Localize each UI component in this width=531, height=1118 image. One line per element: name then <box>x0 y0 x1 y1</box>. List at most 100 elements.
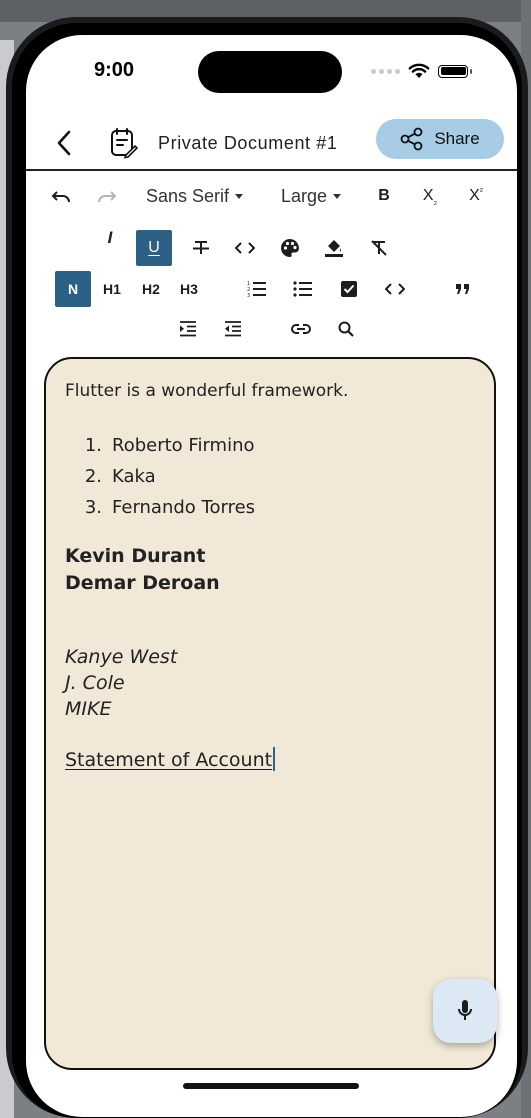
font-size-value: Large <box>281 186 328 206</box>
italic-label: I <box>107 228 113 247</box>
microphone-icon <box>458 1000 472 1020</box>
ordered-list-icon: 1 2 3 <box>247 281 266 298</box>
indent-decrease-icon <box>225 321 241 337</box>
link-button[interactable] <box>284 312 318 346</box>
superscript-button[interactable]: X² <box>461 181 491 211</box>
search-button[interactable] <box>329 312 363 346</box>
list-item: 1. Roberto Firmino <box>76 435 255 466</box>
quote-button[interactable] <box>445 271 481 307</box>
italic-line: J. Cole <box>65 672 125 694</box>
text-color-button[interactable] <box>273 231 307 265</box>
underlined-text-line: Statement of Account <box>65 747 276 771</box>
fill-bucket-icon <box>325 240 343 257</box>
subscript-label: X <box>422 187 434 204</box>
list-item-text: Kaka <box>112 466 156 487</box>
share-label: Share <box>434 129 480 148</box>
strikethrough-icon <box>193 241 209 254</box>
superscript-label: X <box>469 187 480 204</box>
h1-label: H1 <box>103 281 121 297</box>
code-block-button[interactable] <box>377 271 413 307</box>
undo-icon <box>51 191 70 203</box>
list-item: 2. Kaka <box>76 466 255 497</box>
app-bar: Private Document #1 Share <box>26 117 517 171</box>
microphone-button[interactable] <box>433 979 497 1043</box>
wifi-icon <box>408 63 430 78</box>
list-number: 1. <box>84 435 102 456</box>
bold-button[interactable]: B <box>369 181 399 211</box>
document-editor[interactable]: Flutter is a wonderful framework. 1. Rob… <box>44 357 496 1070</box>
share-button[interactable]: Share <box>376 119 504 159</box>
redo-icon <box>98 191 117 203</box>
clear-format-icon <box>371 240 387 256</box>
bold-line: Kevin Durant <box>65 545 206 567</box>
checklist-button[interactable] <box>331 271 367 307</box>
list-item-text: Roberto Firmino <box>112 435 255 456</box>
heading-1-button[interactable]: H1 <box>94 271 130 307</box>
checkbox-icon <box>341 281 357 297</box>
font-family-dropdown[interactable]: Sans Serif <box>146 186 244 207</box>
list-item: 3. Fernando Torres <box>76 497 255 528</box>
undo-button[interactable] <box>46 181 76 211</box>
ordered-list: 1. Roberto Firmino 2. Kaka 3. Fernando T… <box>76 435 255 528</box>
list-item-text: Fernando Torres <box>112 497 256 518</box>
code-icon <box>235 242 255 254</box>
superscript-mark: ² <box>479 186 483 196</box>
italic-line: Kanye West <box>65 646 178 668</box>
bullet-list-button[interactable] <box>285 271 321 307</box>
palette-icon <box>281 239 299 257</box>
redo-button[interactable] <box>92 181 122 211</box>
ordered-list-button[interactable]: 1 2 3 <box>239 271 275 307</box>
share-icon <box>400 127 423 151</box>
heading-3-button[interactable]: H3 <box>171 271 207 307</box>
document-edit-icon <box>111 128 138 159</box>
search-icon <box>338 321 354 337</box>
clear-format-button[interactable] <box>362 231 396 265</box>
indent-increase-icon <box>180 321 196 337</box>
phone-screen: 9:00 Private Document #1 Share Sans Seri… <box>26 35 517 1117</box>
underline-button[interactable]: U <box>136 230 172 266</box>
status-bar: 9:00 <box>26 35 517 95</box>
document-title: Private Document #1 <box>158 133 338 153</box>
caret-down-icon <box>235 194 244 199</box>
status-time: 9:00 <box>94 59 135 81</box>
normal-text-button[interactable]: N <box>55 271 91 307</box>
caret-down-icon <box>333 194 342 199</box>
inline-code-button[interactable] <box>228 231 262 265</box>
quote-icon <box>456 284 469 294</box>
italic-text-block: Kanye West J. Cole MIKE <box>65 644 177 722</box>
cellular-signal-icon <box>371 68 400 74</box>
italic-line: MIKE <box>65 698 112 720</box>
subscript-button[interactable]: X₂ <box>415 181 445 211</box>
heading-2-button[interactable]: H2 <box>133 271 169 307</box>
strikethrough-button[interactable] <box>184 231 218 265</box>
text-cursor <box>273 747 276 771</box>
h3-label: H3 <box>180 281 198 297</box>
underlined-text: Statement of Account <box>65 749 273 771</box>
svg-text:3: 3 <box>247 293 250 298</box>
font-family-value: Sans Serif <box>146 186 230 206</box>
indent-decrease-button[interactable] <box>216 312 250 346</box>
indent-increase-button[interactable] <box>171 312 205 346</box>
background-color-button[interactable] <box>317 231 351 265</box>
dynamic-island <box>198 51 342 93</box>
home-indicator <box>183 1083 359 1089</box>
link-icon <box>291 324 311 334</box>
bold-text-block: Kevin Durant Demar Deroan <box>65 543 220 597</box>
subscript-mark: ₂ <box>433 196 438 206</box>
chevron-left-icon <box>57 130 71 156</box>
battery-icon <box>438 64 472 78</box>
list-number: 3. <box>84 497 102 518</box>
code-icon <box>385 283 405 295</box>
font-size-dropdown[interactable]: Large <box>281 186 342 207</box>
bullet-list-icon <box>293 281 312 297</box>
italic-button[interactable]: I <box>93 221 127 255</box>
formatting-toolbar: Sans Serif Large B X₂ X² I U N H1 H2 H3 … <box>26 171 517 361</box>
bold-line: Demar Deroan <box>65 572 220 594</box>
paragraph-text: Flutter is a wonderful framework. <box>65 381 349 401</box>
list-number: 2. <box>84 466 102 487</box>
underline-label: U <box>148 239 160 256</box>
back-button[interactable] <box>50 125 78 161</box>
normal-label: N <box>67 281 79 297</box>
bold-label: B <box>378 187 390 204</box>
h2-label: H2 <box>142 281 160 297</box>
